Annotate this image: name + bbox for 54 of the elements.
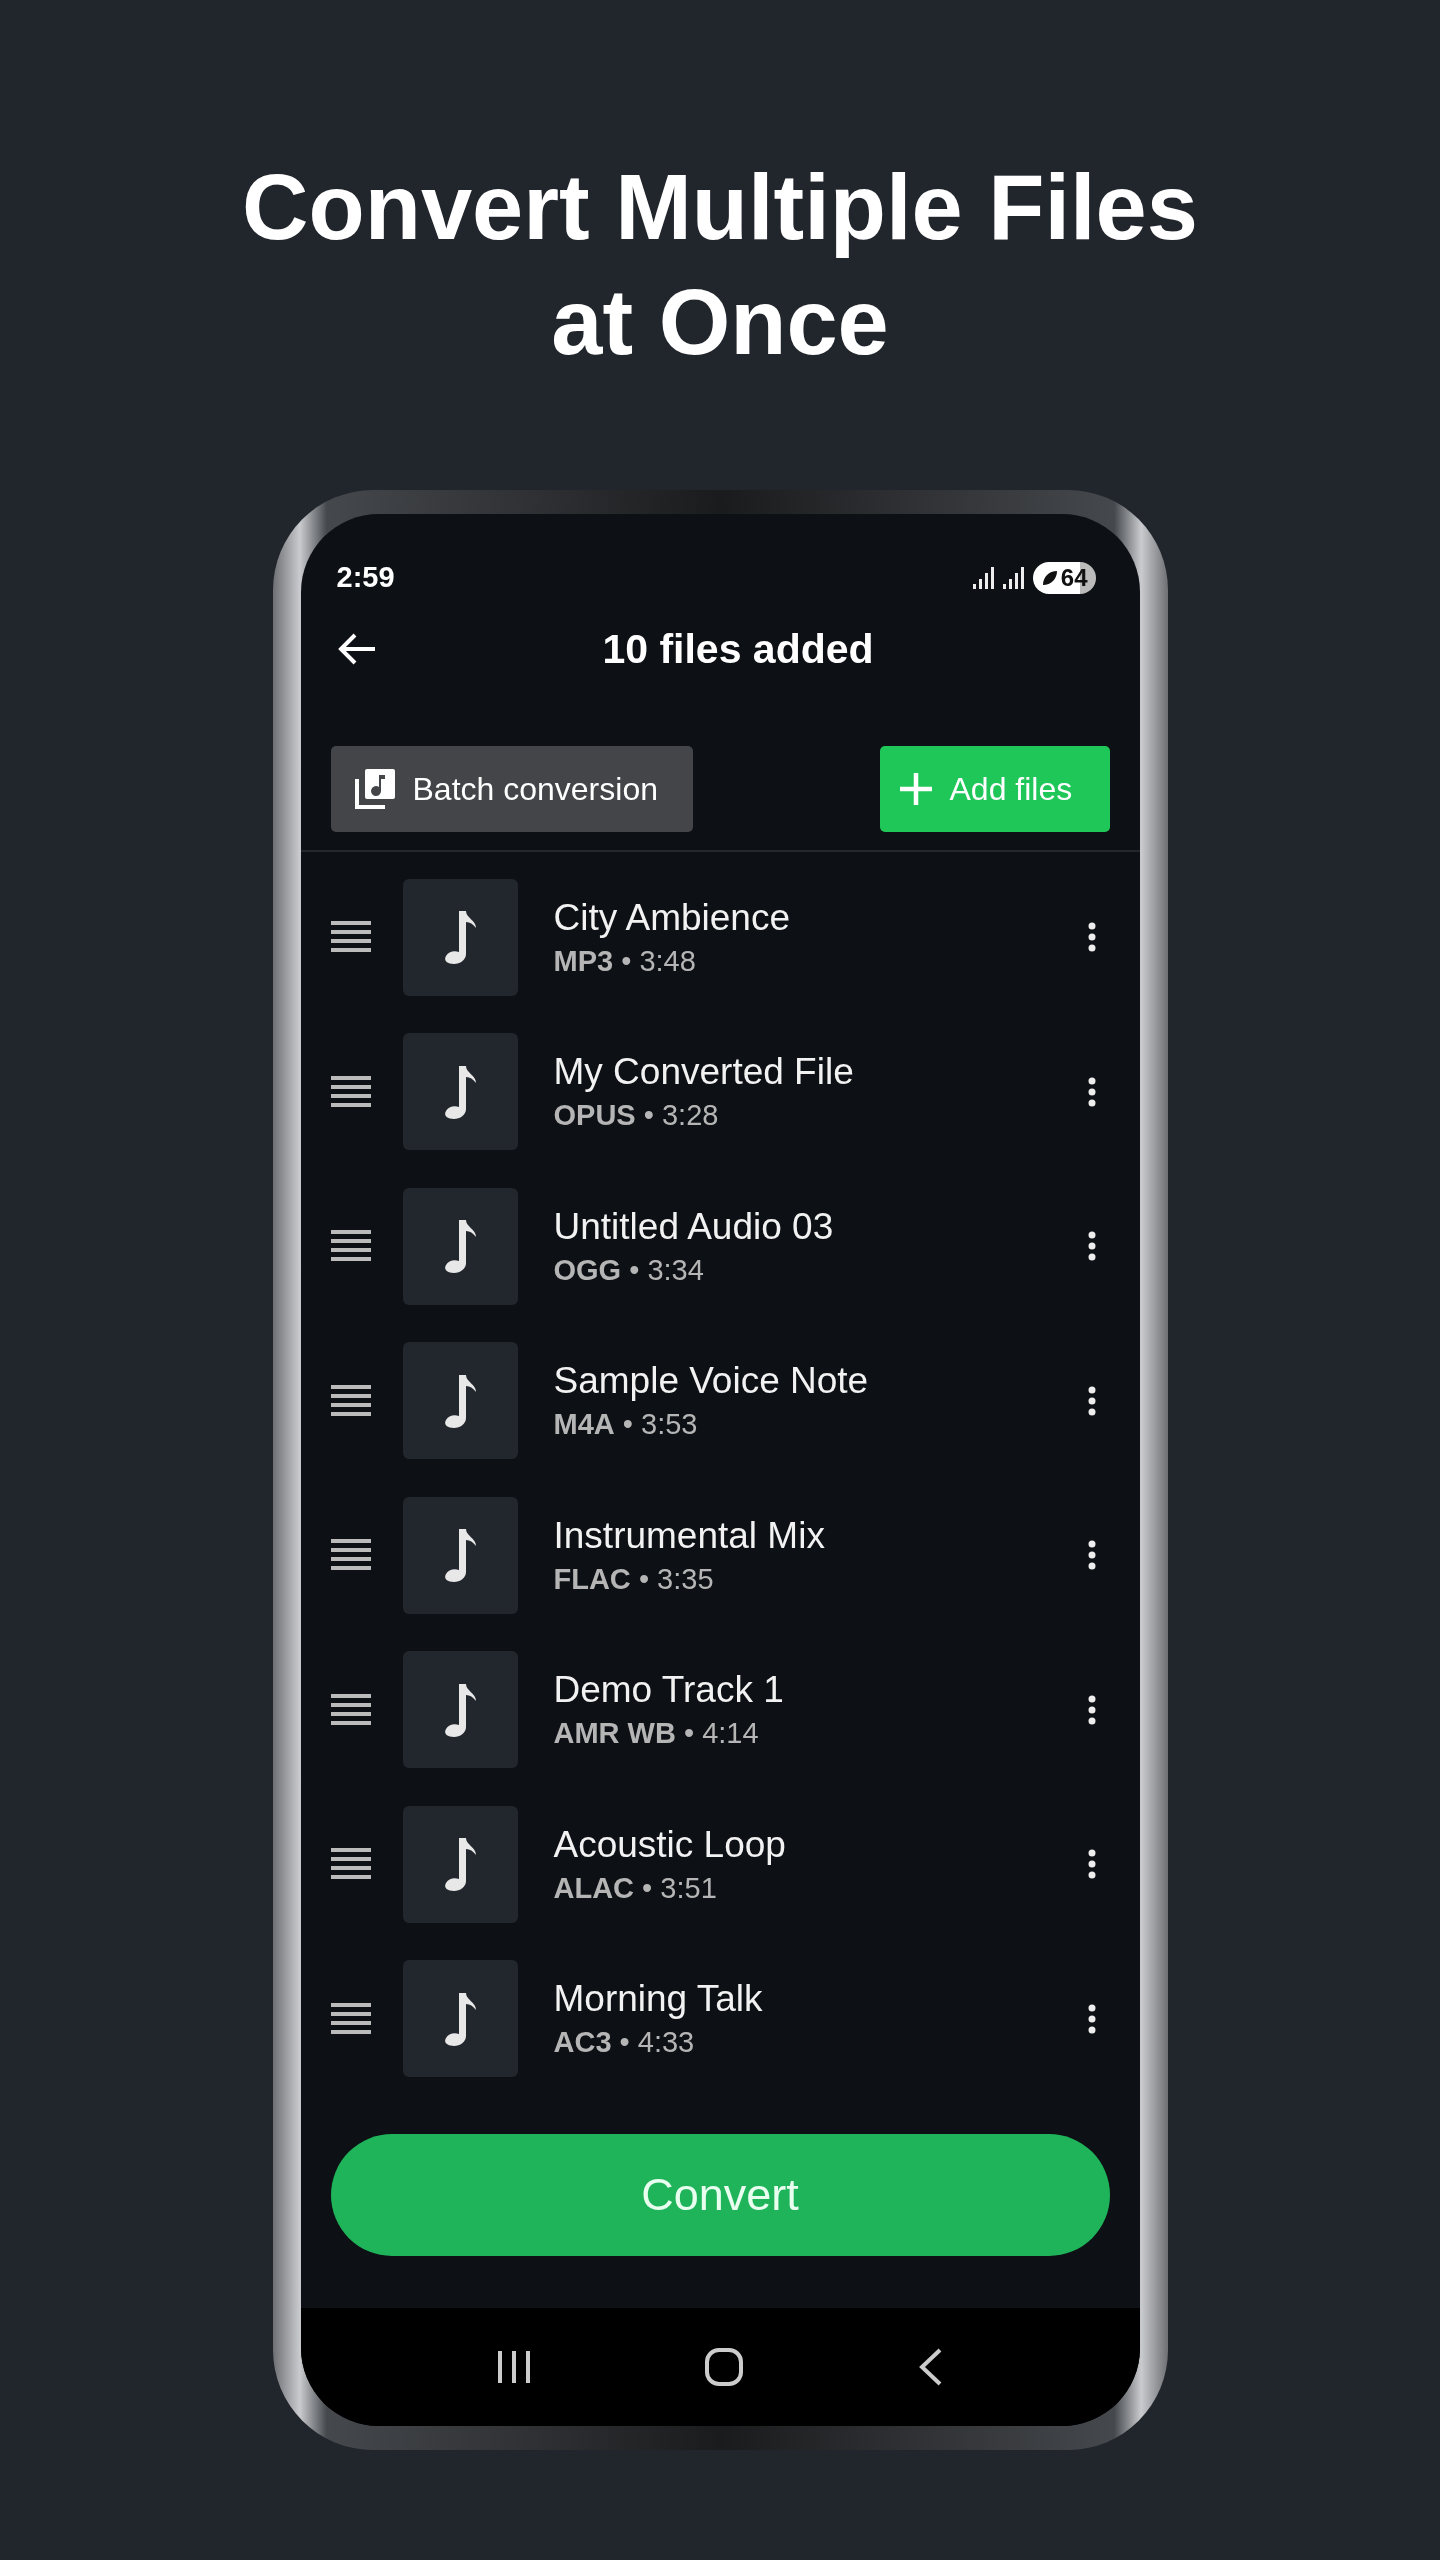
drag-handle-icon[interactable] xyxy=(330,1693,371,1726)
battery-indicator: 64 xyxy=(1032,562,1096,594)
music-note-icon xyxy=(443,1681,477,1738)
file-details: AC3 • 4:33 xyxy=(553,2026,696,2060)
more-options-icon[interactable] xyxy=(1087,922,1096,953)
plus-icon xyxy=(897,771,934,807)
more-options-icon[interactable] xyxy=(1087,1694,1096,1725)
more-options-icon[interactable] xyxy=(1087,1385,1096,1416)
convert-button[interactable]: Convert xyxy=(330,2134,1110,2256)
drag-handle-icon[interactable] xyxy=(330,1539,371,1572)
file-details: OGG • 3:34 xyxy=(553,1253,705,1287)
file-details: OPUS • 3:28 xyxy=(553,1099,720,1133)
drag-handle-icon[interactable] xyxy=(330,1075,371,1108)
music-note-icon xyxy=(443,909,477,966)
music-note-icon xyxy=(443,1990,477,2047)
headline: at Once xyxy=(551,270,889,375)
more-options-icon[interactable] xyxy=(1087,1849,1096,1880)
file-details: MP3 • 3:48 xyxy=(553,944,697,978)
headline: Convert Multiple Files xyxy=(242,155,1198,260)
batch-conversion-button[interactable]: Batch conversion xyxy=(330,746,693,832)
file-name: City Ambience xyxy=(553,896,791,939)
drag-handle-icon[interactable] xyxy=(330,1384,371,1417)
file-name: Instrumental Mix xyxy=(553,1514,826,1557)
file-name: Sample Voice Note xyxy=(553,1360,870,1403)
music-note-icon xyxy=(443,1372,477,1429)
drag-handle-icon[interactable] xyxy=(330,1848,371,1881)
file-details: M4A • 3:53 xyxy=(553,1408,699,1442)
signal-icon xyxy=(1002,566,1027,590)
more-options-icon[interactable] xyxy=(1087,2003,1096,2034)
file-name: Morning Talk xyxy=(553,1978,764,2021)
file-details: AMR WB • 4:14 xyxy=(553,1717,760,1751)
music-note-icon xyxy=(443,1527,477,1584)
music-note-icon xyxy=(443,1063,477,1120)
drag-handle-icon[interactable] xyxy=(330,1230,371,1263)
more-options-icon[interactable] xyxy=(1087,1076,1096,1107)
more-options-icon[interactable] xyxy=(1087,1540,1096,1571)
music-library-icon xyxy=(352,767,397,811)
file-name: Demo Track 1 xyxy=(553,1669,785,1712)
music-note-icon xyxy=(443,1836,477,1893)
screen-title: 10 files added xyxy=(602,625,874,673)
file-name: Untitled Audio 03 xyxy=(553,1205,835,1248)
home-icon[interactable] xyxy=(704,2347,744,2387)
file-details: ALAC • 3:51 xyxy=(553,1871,718,1905)
drag-handle-icon[interactable] xyxy=(330,2002,371,2035)
status-time: 2:59 xyxy=(336,561,395,594)
more-options-icon[interactable] xyxy=(1087,1231,1096,1262)
music-note-icon xyxy=(443,1218,477,1275)
file-name: My Converted File xyxy=(553,1051,855,1094)
back-arrow-icon[interactable] xyxy=(336,632,377,666)
signal-icon xyxy=(972,566,997,590)
drag-handle-icon[interactable] xyxy=(330,921,371,954)
add-files-button[interactable]: Add files xyxy=(879,746,1110,832)
file-name: Acoustic Loop xyxy=(553,1823,787,1866)
file-details: FLAC • 3:35 xyxy=(553,1562,715,1596)
